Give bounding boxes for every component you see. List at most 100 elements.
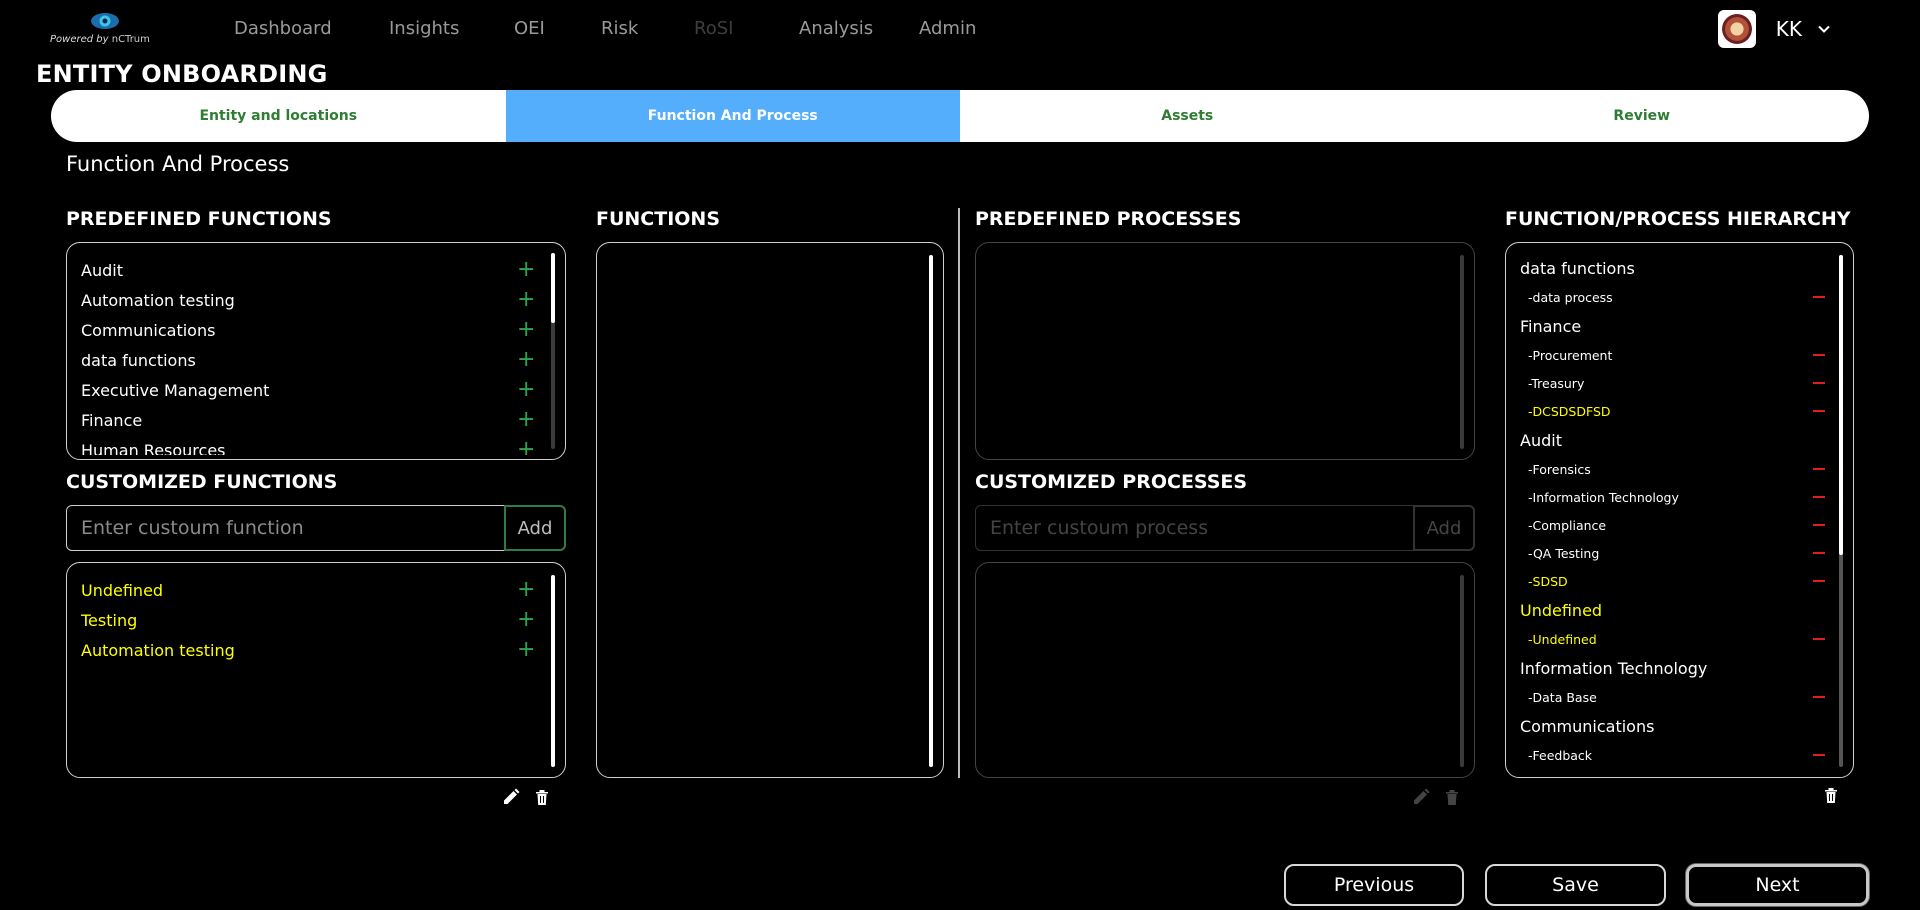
- predefined-functions-items: Audit + Automation testing + Communication…: [81, 255, 535, 456]
- remove-minus-icon[interactable]: [1813, 382, 1825, 384]
- list-item: Automation testing +: [81, 285, 535, 315]
- hierarchy-items: data functions -data process Finance -Pr…: [1520, 253, 1825, 773]
- list-item: Communications +: [81, 315, 535, 345]
- process-label: -Procurement: [1528, 347, 1613, 363]
- scrollbar-thumb[interactable]: [551, 253, 555, 323]
- process-label: -Compliance: [1528, 517, 1607, 533]
- function-label: Undefined: [81, 580, 164, 600]
- user-menu[interactable]: KK: [1717, 10, 1830, 48]
- previous-button[interactable]: Previous: [1284, 864, 1464, 906]
- nav-admin[interactable]: Admin: [919, 18, 976, 39]
- step-entity-locations[interactable]: Entity and locations: [51, 90, 506, 142]
- function-label: data functions: [81, 350, 196, 370]
- add-plus-icon[interactable]: +: [517, 579, 535, 601]
- nav-rosi: RoSI: [694, 18, 734, 39]
- add-plus-icon[interactable]: +: [517, 409, 535, 431]
- remove-minus-icon[interactable]: [1813, 296, 1825, 298]
- add-plus-icon[interactable]: +: [517, 319, 535, 341]
- remove-minus-icon[interactable]: [1813, 468, 1825, 470]
- function-label: Audit: [81, 260, 123, 280]
- remove-minus-icon[interactable]: [1813, 552, 1825, 554]
- add-plus-icon[interactable]: +: [517, 639, 535, 661]
- function-label: Communications: [81, 320, 216, 340]
- avatar[interactable]: [1717, 10, 1756, 48]
- scrollbar[interactable]: [551, 253, 555, 449]
- hierarchy-function: Audit: [1520, 430, 1562, 450]
- remove-minus-icon[interactable]: [1813, 754, 1825, 756]
- list-item: Testing +: [81, 605, 535, 635]
- remove-minus-icon[interactable]: [1813, 524, 1825, 526]
- hierarchy-process: -Data Base: [1520, 683, 1825, 711]
- list-item: Undefined +: [81, 575, 535, 605]
- user-initials: KK: [1775, 17, 1802, 41]
- process-label: -SDSD: [1528, 573, 1568, 589]
- function-label: Human Resources: [81, 440, 226, 456]
- trash-icon[interactable]: [533, 788, 551, 806]
- predefined-functions-heading: PREDEFINED FUNCTIONS: [66, 208, 332, 230]
- nav-oei[interactable]: OEI: [514, 18, 545, 39]
- custom-process-input[interactable]: [975, 505, 1415, 551]
- hierarchy-process: -Treasury: [1520, 369, 1825, 397]
- add-plus-icon[interactable]: +: [517, 289, 535, 311]
- scrollbar[interactable]: [1839, 255, 1843, 767]
- list-item: Automation testing +: [81, 635, 535, 665]
- next-button[interactable]: Next: [1686, 864, 1869, 906]
- customized-functions-heading: CUSTOMIZED FUNCTIONS: [66, 471, 338, 493]
- function-label: Testing: [81, 610, 138, 630]
- hierarchy-process: -Undefined: [1520, 625, 1825, 653]
- add-plus-icon[interactable]: +: [517, 439, 535, 456]
- save-button[interactable]: Save: [1485, 864, 1666, 906]
- remove-minus-icon[interactable]: [1813, 410, 1825, 412]
- predefined-processes-list: [975, 242, 1475, 460]
- predefined-processes-heading: PREDEFINED PROCESSES: [975, 208, 1242, 230]
- nav-risk[interactable]: Risk: [601, 18, 638, 39]
- add-plus-icon[interactable]: +: [517, 609, 535, 631]
- process-label: -Undefined: [1528, 631, 1597, 647]
- hierarchy-function: Undefined: [1520, 600, 1603, 620]
- scrollbar[interactable]: [929, 255, 933, 767]
- nav-insights[interactable]: Insights: [389, 18, 459, 39]
- section-title: Function And Process: [66, 152, 290, 176]
- scrollbar[interactable]: [1460, 255, 1464, 449]
- add-plus-icon[interactable]: +: [517, 259, 535, 281]
- step-assets[interactable]: Assets: [960, 90, 1415, 142]
- onboarding-stepper: Entity and locations Function And Proces…: [51, 90, 1869, 142]
- process-label: -DCSDSDFSD: [1528, 403, 1611, 419]
- step-review[interactable]: Review: [1415, 90, 1870, 142]
- remove-minus-icon[interactable]: [1813, 638, 1825, 640]
- remove-minus-icon[interactable]: [1813, 354, 1825, 356]
- hierarchy-process: -QA Testing: [1520, 539, 1825, 567]
- add-plus-icon[interactable]: +: [517, 349, 535, 371]
- nav-analysis[interactable]: Analysis: [799, 18, 873, 39]
- customized-functions-items: Undefined + Testing + Automation testing +: [81, 575, 535, 665]
- trash-icon: [1446, 790, 1458, 805]
- remove-minus-icon[interactable]: [1813, 496, 1825, 498]
- process-label: -Data Base: [1528, 689, 1597, 705]
- list-item: Finance +: [81, 405, 535, 435]
- edit-pencil-icon[interactable]: [502, 788, 520, 806]
- hierarchy-process: -Feedback: [1520, 741, 1825, 769]
- functions-heading: FUNCTIONS: [596, 208, 721, 230]
- process-label: -Treasury: [1528, 375, 1585, 391]
- remove-minus-icon[interactable]: [1813, 580, 1825, 582]
- scrollbar-thumb[interactable]: [1839, 255, 1843, 555]
- chevron-down-icon[interactable]: [1818, 23, 1830, 35]
- add-process-button[interactable]: Add: [1413, 505, 1475, 551]
- trash-icon[interactable]: [1822, 786, 1840, 804]
- hierarchy-function: Information Technology: [1520, 658, 1708, 678]
- powered-by-text: Powered by nCTrum: [50, 34, 150, 45]
- nav-dashboard[interactable]: Dashboard: [234, 18, 332, 39]
- scrollbar[interactable]: [551, 575, 555, 767]
- add-function-button[interactable]: Add: [504, 505, 566, 551]
- custom-function-input[interactable]: [66, 505, 506, 551]
- list-item: data functions +: [81, 345, 535, 375]
- hierarchy-process: -Compliance: [1520, 511, 1825, 539]
- step-function-process[interactable]: Function And Process: [505, 90, 960, 142]
- hierarchy-heading: FUNCTION/PROCESS HIERARCHY: [1505, 208, 1851, 230]
- process-label: -QA Testing: [1528, 545, 1600, 561]
- eye-logo-icon: [91, 13, 119, 29]
- add-plus-icon[interactable]: +: [517, 379, 535, 401]
- scrollbar[interactable]: [1460, 575, 1464, 767]
- remove-minus-icon[interactable]: [1813, 696, 1825, 698]
- process-label: -data process: [1528, 289, 1613, 305]
